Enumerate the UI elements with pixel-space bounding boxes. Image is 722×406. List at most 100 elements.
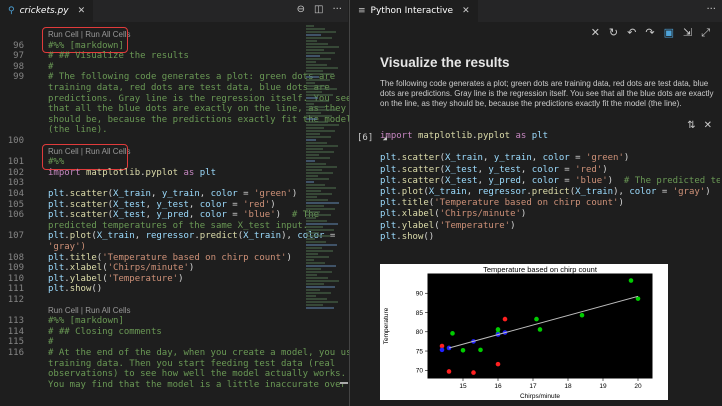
- clear-all-icon[interactable]: ✕: [591, 26, 600, 40]
- code-line[interactable]: training data, red dots are test data, b…: [0, 83, 330, 94]
- minimap-line: [306, 151, 334, 153]
- red-point: [495, 361, 501, 367]
- close-icon[interactable]: ✕: [462, 6, 470, 16]
- code-line[interactable]: training data. Then you start feeding te…: [0, 359, 335, 370]
- close-icon[interactable]: ✕: [78, 6, 86, 16]
- line-number: 107: [7, 231, 24, 242]
- interactive-toolbar: ✕ ↻ ↶ ↷ ▣ ⇲ ⤢: [591, 26, 710, 40]
- code-line[interactable]: 111 plt.show(): [0, 284, 102, 295]
- minimap-line: [306, 103, 314, 105]
- export-icon[interactable]: ⇲: [683, 26, 692, 40]
- code-line[interactable]: 'gray'): [0, 242, 86, 253]
- code-line[interactable]: 97 # ## Visualize the results: [0, 51, 189, 62]
- split-compare-icon[interactable]: ⊖: [297, 4, 305, 15]
- codelens-run-cell[interactable]: Run Cell | Run All Cells: [48, 306, 131, 317]
- interactive-tabbar: ≡ Python Interactive ✕ ···: [350, 0, 722, 22]
- tab-python-interactive[interactable]: ≡ Python Interactive ✕: [350, 0, 478, 22]
- minimap-line: [306, 124, 339, 126]
- green-point: [579, 312, 585, 318]
- collapse-icon[interactable]: ⇅: [687, 120, 695, 131]
- code-line[interactable]: 110 plt.ylabel('Temperature'): [0, 274, 184, 285]
- minimap-line: [306, 82, 315, 84]
- code-line[interactable]: predicted temperatures of the same X_tes…: [0, 221, 308, 232]
- code-line[interactable]: You may find that the model is a little …: [0, 380, 346, 391]
- delete-cell-icon[interactable]: ✕: [704, 120, 712, 131]
- red-point: [446, 369, 452, 374]
- cell-input[interactable]: import matplotlib.pyplot as plt plt.scat…: [380, 131, 720, 243]
- minimap-line: [306, 121, 328, 123]
- minimap-line: [306, 34, 321, 36]
- minimap-line: [306, 229, 334, 231]
- expand-icon[interactable]: ⤢: [701, 26, 710, 40]
- line-number: [0, 104, 28, 115]
- code-line[interactable]: that all the blue dots are exactly on th…: [0, 104, 346, 115]
- code-editor[interactable]: Run Cell | Run All Cells 96 #%% [markdown]…: [0, 22, 357, 406]
- minimap-line: [306, 169, 322, 171]
- code-line[interactable]: predictions. Gray line is the regression…: [0, 94, 351, 105]
- minimap-line: [306, 232, 319, 234]
- scrollbar-marker[interactable]: [340, 382, 348, 384]
- code-line[interactable]: 107 plt.plot(X_train, regressor.predict(X…: [0, 231, 336, 242]
- code-line[interactable]: 106 plt.scatter(X_test, y_pred, color = '…: [0, 210, 319, 221]
- code-line[interactable]: 109 plt.xlabel('Chirps/minute'): [0, 263, 195, 274]
- code-line[interactable]: 116 # At the end of the day, when you cre…: [0, 348, 357, 359]
- restart-kernel-icon[interactable]: ↻: [609, 26, 618, 40]
- editor-actions: ⊖ ◫ ···: [297, 4, 342, 15]
- code-line[interactable]: 98 #: [0, 62, 53, 73]
- undo-icon[interactable]: ↶: [627, 26, 636, 40]
- code-line[interactable]: 102 import matplotlib.pyplot as plt: [0, 168, 216, 179]
- redo-icon[interactable]: ↷: [645, 26, 654, 40]
- more-icon[interactable]: ···: [332, 4, 342, 15]
- cell-code-line: plt.xlabel('Chirps/minute'): [380, 209, 527, 220]
- code-line[interactable]: observations) to see how well the model …: [0, 369, 346, 380]
- line-number: 98: [13, 61, 24, 72]
- markdown-paragraph: The following code generates a plot; gre…: [380, 79, 714, 108]
- code-line[interactable]: 113 #%% [markdown]: [0, 316, 124, 327]
- code-line[interactable]: 112: [0, 295, 48, 306]
- minimap[interactable]: [306, 24, 340, 404]
- cell-code-line: plt.title('Temperature based on chirp co…: [380, 198, 624, 209]
- code-line[interactable]: 103: [0, 178, 48, 189]
- more-icon[interactable]: ···: [706, 4, 716, 15]
- code-line[interactable]: 115 #: [0, 337, 54, 348]
- code-line[interactable]: 101 #%%: [0, 157, 65, 168]
- minimap-line: [306, 94, 333, 96]
- minimap-line: [306, 64, 327, 66]
- line-number: [0, 125, 28, 136]
- code-line[interactable]: 105 plt.scatter(X_test, y_test, color = '…: [0, 200, 276, 211]
- green-point: [628, 278, 634, 283]
- save-icon[interactable]: ▣: [664, 26, 674, 40]
- split-editor-icon[interactable]: ◫: [314, 4, 323, 15]
- minimap-line: [306, 271, 332, 273]
- minimap-line: [306, 25, 314, 27]
- minimap-line: [306, 289, 320, 291]
- minimap-line: [306, 193, 332, 195]
- cell-code-line: plt.show(): [380, 231, 435, 242]
- code-line[interactable]: 114 # ## Closing comments: [0, 327, 162, 338]
- code-line[interactable]: 100: [0, 136, 48, 147]
- minimap-line: [306, 220, 327, 222]
- minimap-line: [306, 253, 318, 255]
- markdown-heading: Visualize the results: [380, 55, 510, 70]
- line-number: 116: [7, 348, 24, 358]
- y-axis-label: Temperature: [383, 307, 390, 344]
- code-line[interactable]: 96 #%% [markdown]: [0, 41, 124, 52]
- green-point: [534, 316, 539, 322]
- tab-crickets-py[interactable]: ⚲ crickets.py ✕: [0, 0, 94, 22]
- code-line[interactable]: 104 plt.scatter(X_train, y_train, color =…: [0, 189, 298, 200]
- code-line[interactable]: (the line).: [0, 125, 108, 136]
- cell-code-line: import matplotlib.pyplot as plt: [380, 131, 549, 141]
- x-axis-label: Chirps/minute: [520, 393, 560, 400]
- code-line[interactable]: 99 # The following code generates a plot:…: [0, 72, 335, 83]
- minimap-line: [306, 166, 337, 168]
- minimap-line: [306, 88, 337, 90]
- minimap-line: [306, 85, 326, 87]
- code-text: training data, red dots are test data, b…: [48, 83, 330, 93]
- code-line[interactable]: should be, because the predictions exact…: [0, 115, 351, 126]
- code-text: plt.plot(X_train, regressor.predict(X_tr…: [48, 231, 336, 242]
- code-line[interactable]: 108 plt.title('Temperature based on chirp…: [0, 253, 292, 264]
- code-text: #%%: [48, 157, 65, 168]
- code-text: You may find that the model is a little …: [48, 379, 347, 390]
- minimap-line: [306, 259, 314, 261]
